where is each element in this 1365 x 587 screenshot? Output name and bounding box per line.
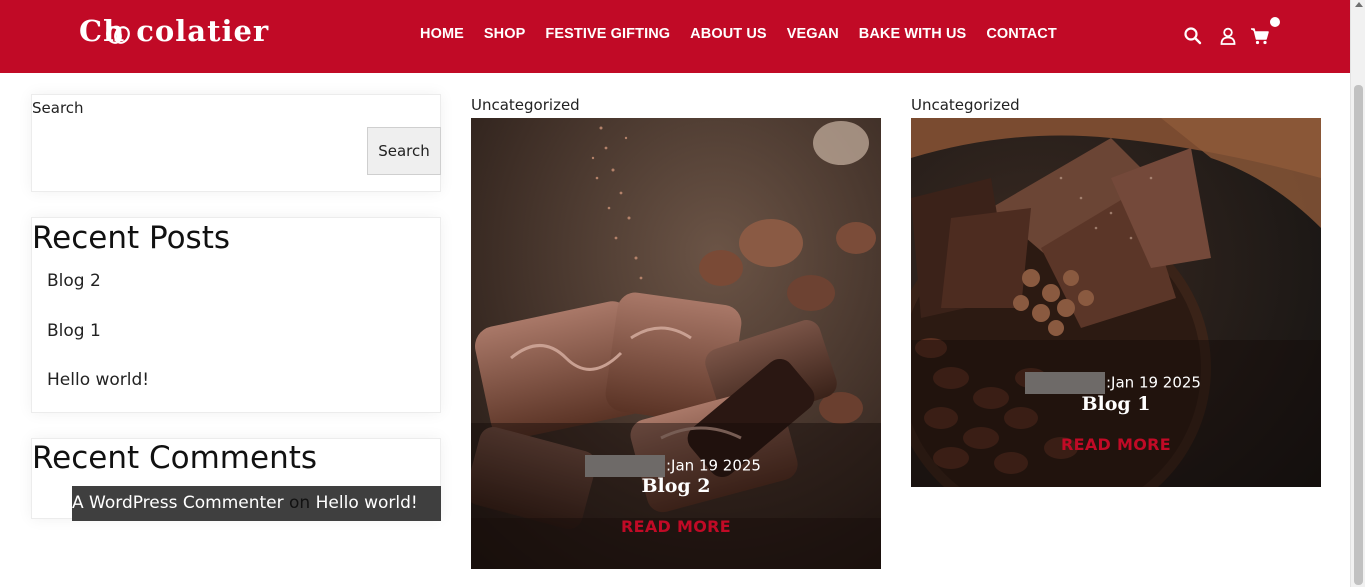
comment-author-link[interactable]: A WordPress Commenter xyxy=(72,493,284,513)
cart-count-badge xyxy=(1270,17,1280,27)
post-category[interactable]: Uncategorized xyxy=(911,96,1020,114)
nav-about-us[interactable]: ABOUT US xyxy=(690,26,767,42)
logo-bean-icon xyxy=(106,26,130,44)
recent-post-link[interactable]: Blog 2 xyxy=(47,271,101,291)
search-label: Search xyxy=(32,99,84,117)
search-widget: Search Search xyxy=(31,94,441,192)
post-author-redacted xyxy=(1025,372,1105,394)
scroll-thumb[interactable] xyxy=(1354,85,1363,585)
nav-festive-gifting[interactable]: FESTIVE GIFTING xyxy=(545,26,670,42)
post-date: :Jan 19 2025 xyxy=(666,456,761,475)
post-author-redacted xyxy=(585,455,665,477)
search-icon[interactable] xyxy=(1183,26,1203,46)
nav-shop[interactable]: SHOP xyxy=(484,26,526,42)
recent-posts-title: Recent Posts xyxy=(32,220,231,256)
post-category[interactable]: Uncategorized xyxy=(471,96,580,114)
recent-comment-item: A WordPress Commenter on Hello world! xyxy=(72,486,441,521)
post-date: :Jan 19 2025 xyxy=(1106,373,1201,392)
post-title[interactable]: Blog 1 xyxy=(911,393,1321,415)
recent-comments-widget: Recent Comments A WordPress Commenter on… xyxy=(31,438,441,521)
post-card-blog-1[interactable]: :Jan 19 2025 Blog 1 READ MORE xyxy=(911,118,1321,487)
main-nav: HOME SHOP FESTIVE GIFTING ABOUT US VEGAN… xyxy=(420,26,1057,42)
search-button[interactable]: Search xyxy=(367,127,441,175)
nav-home[interactable]: HOME xyxy=(420,26,464,42)
cart-icon[interactable] xyxy=(1250,26,1270,46)
page-scrollbar[interactable] xyxy=(1350,0,1365,587)
scroll-up-arrow-icon[interactable] xyxy=(1354,2,1363,7)
user-icon[interactable] xyxy=(1218,26,1238,46)
read-more-link[interactable]: READ MORE xyxy=(911,435,1321,454)
post-card-blog-2[interactable]: :Jan 19 2025 Blog 2 READ MORE xyxy=(471,118,881,569)
nav-contact[interactable]: CONTACT xyxy=(986,26,1057,42)
read-more-link[interactable]: READ MORE xyxy=(471,517,881,536)
nav-bake-with-us[interactable]: BAKE WITH US xyxy=(859,26,967,42)
comment-post-link[interactable]: Hello world! xyxy=(316,493,418,513)
site-header: Ch colatier HOME SHOP FESTIVE GIFTING AB… xyxy=(0,0,1350,73)
post-title[interactable]: Blog 2 xyxy=(471,475,881,497)
recent-post-link[interactable]: Hello world! xyxy=(47,370,149,390)
post-meta-date: :Jan 19 2025 xyxy=(585,455,761,477)
nav-vegan[interactable]: VEGAN xyxy=(787,26,839,42)
recent-posts-widget: Recent Posts Blog 2 Blog 1 Hello world! xyxy=(31,217,441,413)
comment-on-text: on xyxy=(289,493,311,513)
recent-post-link[interactable]: Blog 1 xyxy=(47,321,101,341)
recent-comments-title: Recent Comments xyxy=(32,440,318,476)
post-meta-date: :Jan 19 2025 xyxy=(1025,372,1201,394)
search-input[interactable] xyxy=(32,128,366,174)
